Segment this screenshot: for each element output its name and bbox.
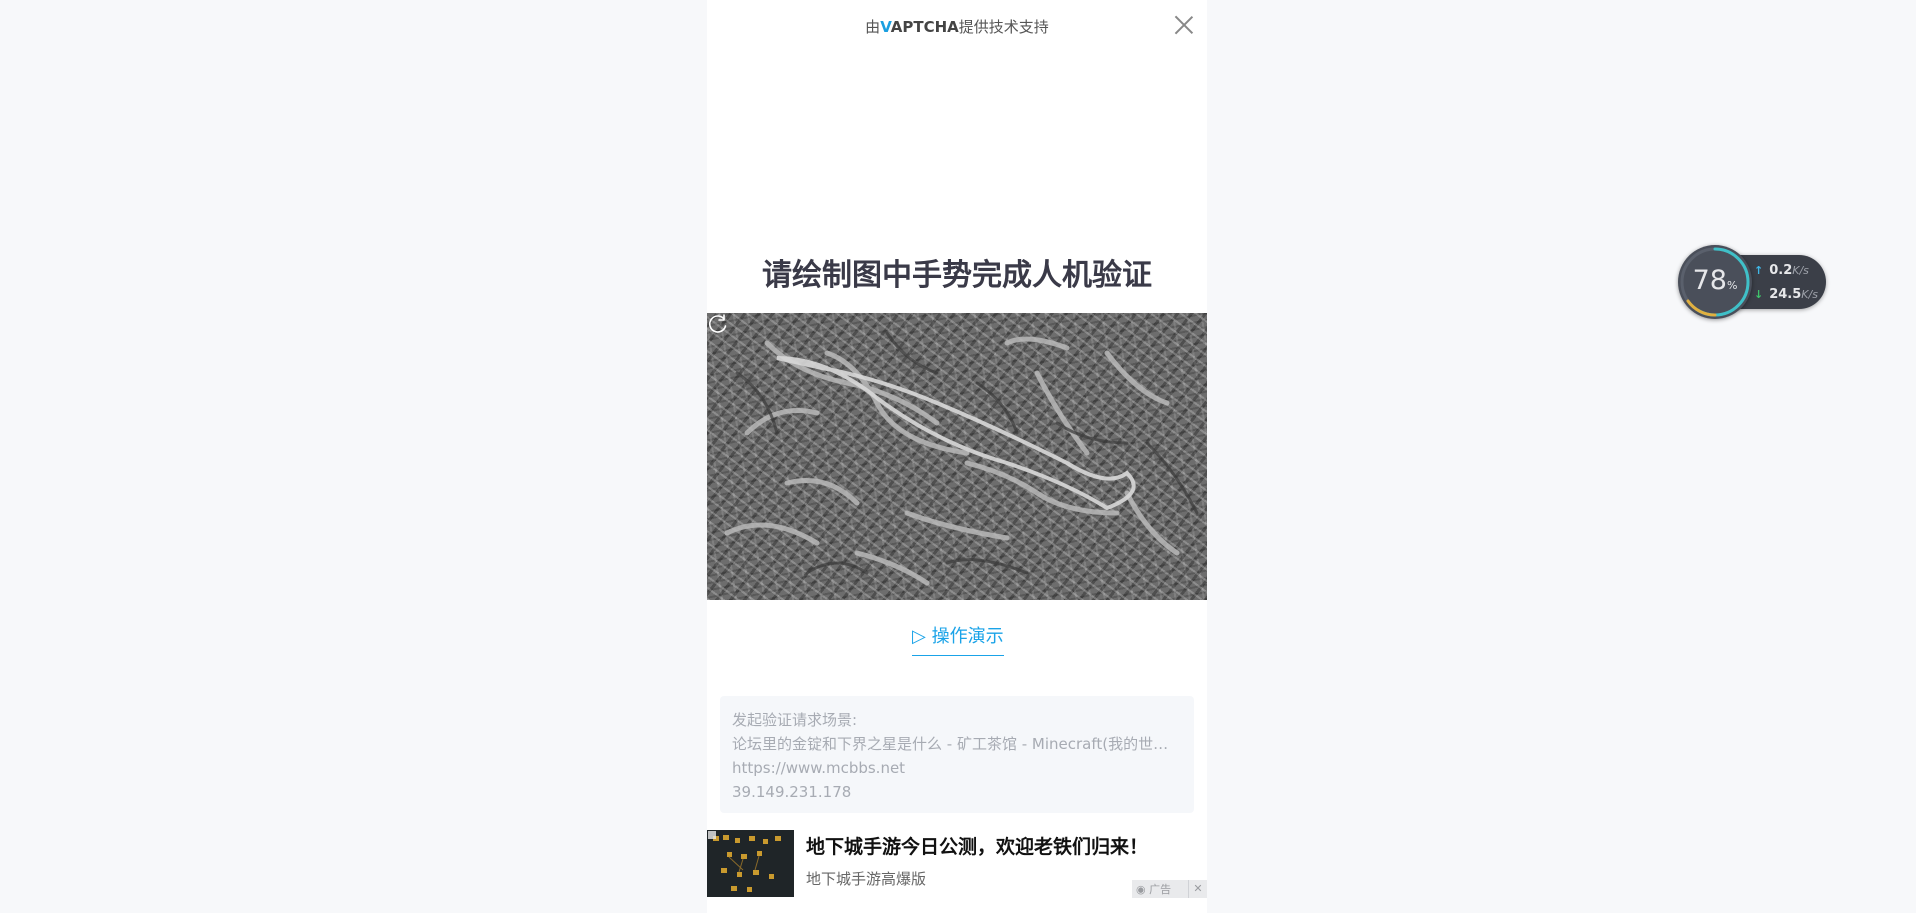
upload-speed: ↑ 0.2K/s bbox=[1754, 263, 1809, 278]
ad-info-icon: ◉ bbox=[1136, 883, 1150, 896]
download-speed: ↓ 24.5K/s bbox=[1754, 287, 1818, 302]
request-page-title: 论坛里的金锭和下界之星是什么 - 矿工茶馆 - Minecraft(我的世界..… bbox=[732, 735, 1182, 753]
ad-thumbnail[interactable] bbox=[707, 830, 794, 897]
ad-image bbox=[707, 830, 794, 897]
upload-value: 0.2 bbox=[1769, 263, 1793, 278]
brand-rest: APTCHA bbox=[890, 18, 959, 36]
captcha-title: 请绘制图中手势完成人机验证 bbox=[762, 258, 1152, 293]
refresh-icon[interactable] bbox=[707, 313, 729, 335]
powered-suffix: 提供技术支持 bbox=[958, 18, 1049, 36]
demo-link[interactable]: ▷ 操作演示 bbox=[912, 622, 1004, 656]
gesture-texture bbox=[724, 331, 1199, 586]
modal-header: 由VAPTCHA提供技术支持 bbox=[707, 0, 1207, 50]
captcha-gesture-canvas[interactable] bbox=[707, 313, 1207, 600]
brand-v: V bbox=[880, 18, 891, 36]
ad-badge-text: 广告 bbox=[1149, 883, 1172, 896]
memory-percent: 78% bbox=[1678, 265, 1752, 296]
upload-arrow-icon: ↑ bbox=[1754, 264, 1764, 277]
vaptcha-brand: VAPTCHA bbox=[880, 18, 959, 36]
network-speed-widget[interactable]: ↑ 0.2K/s ↓ 24.5K/s 78% bbox=[1678, 245, 1828, 319]
captcha-modal: 由VAPTCHA提供技术支持 请绘制图中手势完成人机验证 ▷ 操作演示 发起验证… bbox=[707, 0, 1207, 913]
percent-value: 78 bbox=[1692, 265, 1727, 296]
ad-close-icon[interactable]: ✕ bbox=[1188, 880, 1207, 898]
download-arrow-icon: ↓ bbox=[1754, 288, 1764, 301]
download-value: 24.5 bbox=[1769, 287, 1802, 302]
request-scene-label: 发起验证请求场景: bbox=[732, 711, 858, 729]
advertisement[interactable]: 地下城手游今日公测，欢迎老铁们归来！ 地下城手游高爆版 ◉ 广告 ✕ bbox=[707, 830, 1207, 898]
request-url: https://www.mcbbs.net bbox=[732, 759, 906, 777]
ad-badge: ◉ 广告 ✕ bbox=[1132, 880, 1207, 898]
upload-unit: K/s bbox=[1792, 264, 1809, 277]
ad-title[interactable]: 地下城手游今日公测，欢迎老铁们归来！ bbox=[806, 832, 1148, 859]
ad-label: ◉ 广告 bbox=[1136, 881, 1188, 897]
powered-prefix: 由 bbox=[865, 18, 881, 36]
request-info-box: 发起验证请求场景: 论坛里的金锭和下界之星是什么 - 矿工茶馆 - Minecr… bbox=[720, 696, 1194, 813]
memory-usage-gauge[interactable]: 78% bbox=[1678, 245, 1752, 319]
close-icon[interactable] bbox=[1171, 12, 1197, 38]
percent-unit: % bbox=[1726, 279, 1738, 292]
download-unit: K/s bbox=[1801, 288, 1818, 301]
ad-subtitle: 地下城手游高爆版 bbox=[806, 870, 927, 888]
powered-by-text: 由VAPTCHA提供技术支持 bbox=[707, 16, 1207, 37]
request-ip: 39.149.231.178 bbox=[732, 783, 852, 801]
